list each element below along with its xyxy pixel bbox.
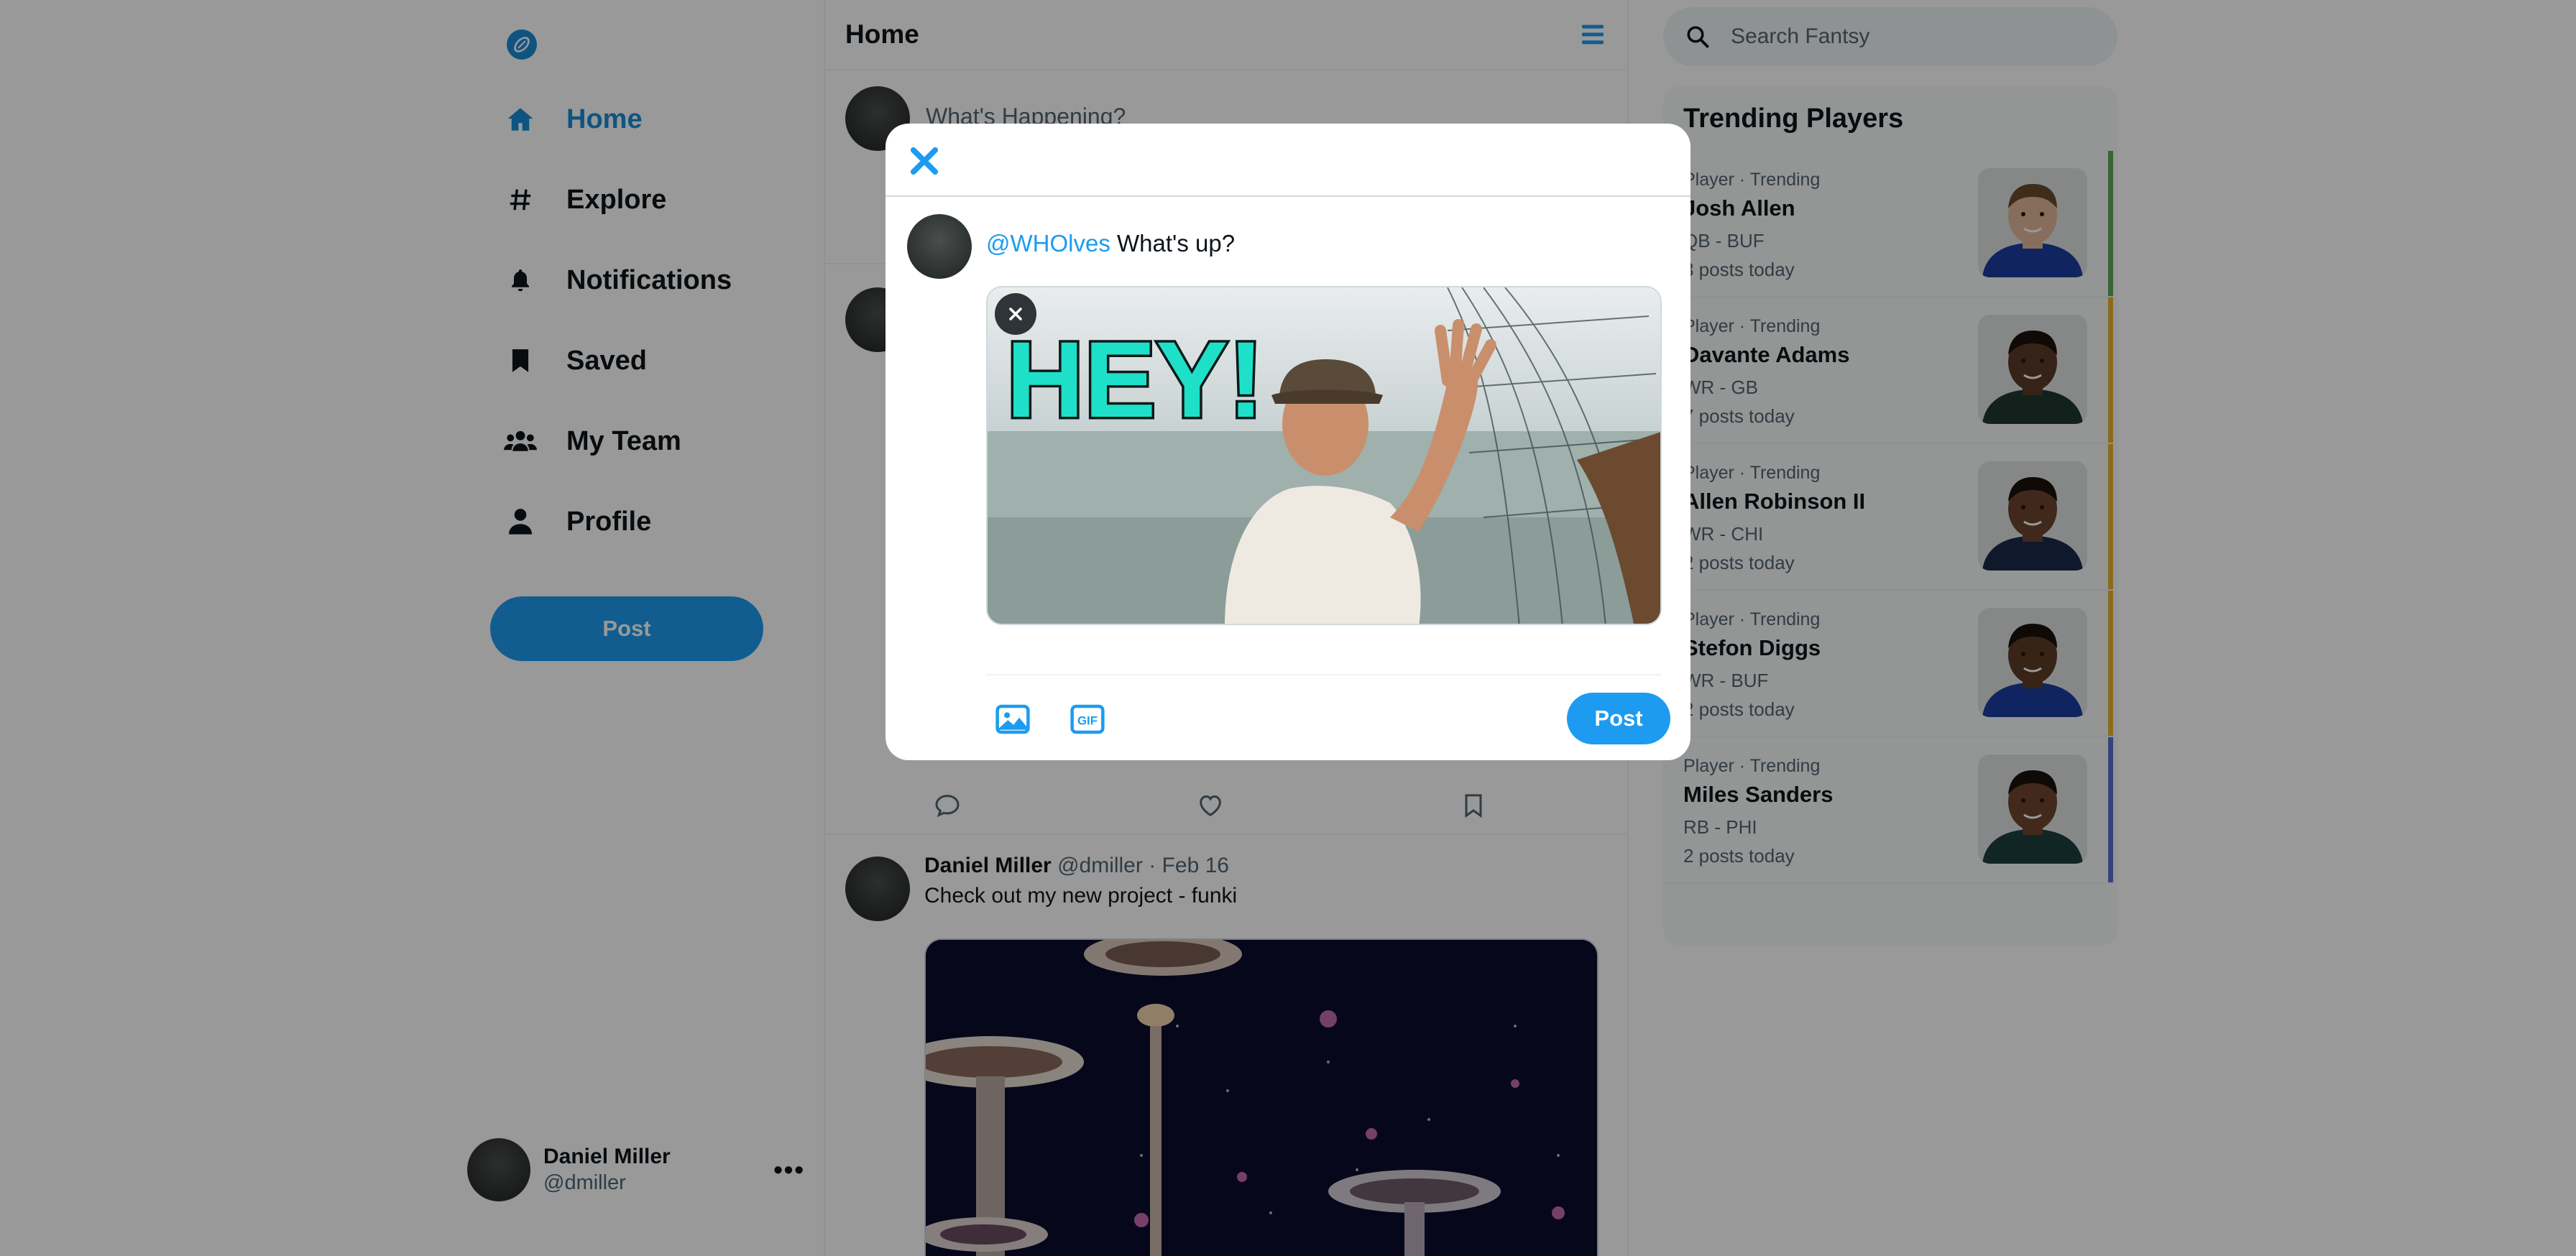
toolbar-divider <box>986 674 1662 675</box>
compose-text[interactable]: @WHOlves What's up? <box>986 230 1235 257</box>
mention-link[interactable]: @WHOlves <box>986 230 1110 257</box>
gif-icon-label: GIF <box>1077 714 1098 728</box>
compose-modal: @WHOlves What's up? HEY! GIF Post <box>886 124 1690 760</box>
avatar <box>907 214 972 279</box>
gif-icon[interactable]: GIF <box>1068 700 1107 739</box>
attached-gif: HEY! <box>986 286 1662 625</box>
close-icon <box>1009 308 1022 320</box>
compose-body: What's up? <box>1110 230 1236 257</box>
close-icon[interactable] <box>906 142 943 180</box>
remove-gif-button[interactable] <box>995 293 1036 335</box>
modal-divider <box>886 195 1690 197</box>
submit-post-button[interactable]: Post <box>1567 693 1670 744</box>
gif-caption: HEY! <box>1006 319 1264 440</box>
image-icon[interactable] <box>993 700 1032 739</box>
